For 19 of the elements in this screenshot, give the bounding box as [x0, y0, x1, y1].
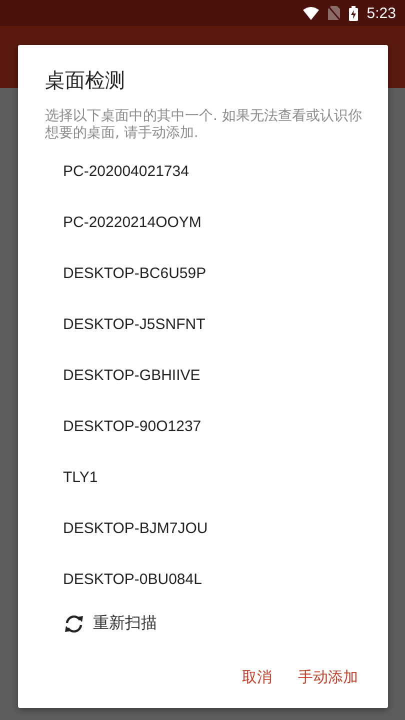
rescan-button[interactable]: 重新扫描	[63, 613, 157, 634]
dialog-button[interactable]: 取消	[242, 664, 272, 691]
battery-charging-icon	[348, 6, 358, 20]
desktop-item[interactable]: DESKTOP-90O1237	[18, 401, 388, 452]
desktop-item[interactable]: TLY1	[18, 452, 388, 503]
dialog-button[interactable]: 手动添加	[298, 664, 358, 691]
clock-time: 5:23	[366, 4, 396, 22]
dialog-title: 桌面检测	[45, 67, 126, 94]
refresh-icon	[63, 614, 85, 634]
desktop-item[interactable]: PC-20220214OOYM	[18, 197, 388, 248]
no-sim-icon	[328, 6, 340, 20]
desktop-item[interactable]: DESKTOP-BJM7JOU	[18, 503, 388, 554]
desktop-item[interactable]: PC-202004021734	[18, 146, 388, 197]
desktop-item[interactable]: DESKTOP-0BU084L	[18, 554, 388, 605]
wifi-icon	[302, 6, 319, 20]
desktop-item[interactable]: DESKTOP-GBHIIVE	[18, 350, 388, 401]
dialog-message: 选择以下桌面中的其中一个. 如果无法查看或认识你想要的桌面, 请手动添加.	[45, 108, 363, 142]
desktop-item[interactable]: DESKTOP-J5SNFNT	[18, 299, 388, 350]
desktop-item[interactable]: DESKTOP-BC6U59P	[18, 248, 388, 299]
